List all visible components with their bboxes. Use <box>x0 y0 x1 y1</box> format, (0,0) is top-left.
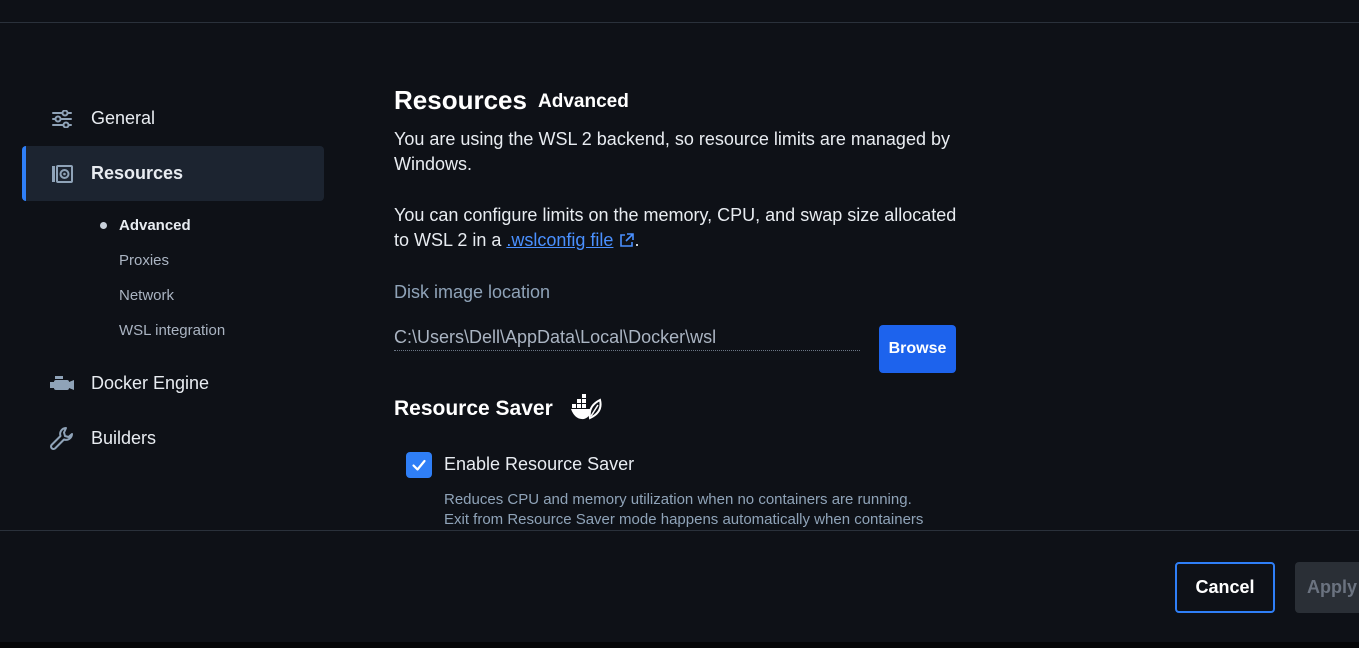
wsl-backend-notice: You are using the WSL 2 backend, so reso… <box>394 129 950 174</box>
enable-resource-saver-label[interactable]: Enable Resource Saver <box>444 454 634 475</box>
external-link-icon[interactable] <box>619 230 635 255</box>
wslconfig-notice-text: You can configure limits on the memory, … <box>394 205 957 250</box>
resources-icon <box>48 160 76 188</box>
subnav-network[interactable]: Network <box>119 287 174 304</box>
active-bullet <box>100 222 107 229</box>
settings-content: Resources Advanced You are using the WSL… <box>394 23 994 530</box>
sliders-icon <box>48 105 76 133</box>
sidebar-item-label: Docker Engine <box>91 373 210 393</box>
sidebar-item-resources[interactable]: Resources <box>22 146 324 201</box>
resource-saver-heading: Resource Saver <box>394 397 553 420</box>
disk-image-path-input[interactable] <box>394 325 860 351</box>
page-subtitle: Advanced <box>538 91 629 112</box>
engine-icon <box>48 370 76 398</box>
apply-button[interactable]: Apply <box>1295 562 1359 613</box>
sidebar-item-label: General <box>91 108 156 128</box>
wrench-icon <box>48 425 76 453</box>
resource-saver-help: Reduces CPU and memory utilization when … <box>444 490 954 530</box>
page-title: Resources <box>394 85 527 115</box>
resource-saver-help-line: Reduces CPU and memory utilization when … <box>444 491 912 508</box>
cancel-button[interactable]: Cancel <box>1175 562 1275 613</box>
wslconfig-notice-suffix: . <box>634 230 640 250</box>
subnav-advanced[interactable]: Advanced <box>119 217 191 234</box>
wslconfig-link[interactable]: .wslconfig file <box>506 230 613 250</box>
browse-button[interactable]: Browse <box>879 325 956 373</box>
bottom-edge <box>0 642 1359 648</box>
disk-image-location-label: Disk image location <box>394 282 551 302</box>
sidebar-item-label: Builders <box>91 428 157 448</box>
top-divider <box>0 0 1359 23</box>
wslconfig-notice: You can configure limits on the memory, … <box>394 203 974 255</box>
footer-bar: Cancel Apply <box>0 530 1359 642</box>
docker-leaf-icon <box>570 394 604 427</box>
sidebar-item-label: Resources <box>91 163 184 183</box>
checkmark-icon <box>412 459 426 471</box>
subnav-proxies[interactable]: Proxies <box>119 252 169 269</box>
settings-sidebar: General Resources Advanced Proxies Netwo… <box>0 23 340 530</box>
enable-resource-saver-checkbox[interactable] <box>406 452 432 478</box>
resource-saver-help-line: Exit from Resource Saver mode happens au… <box>444 511 924 528</box>
sidebar-item-builders[interactable]: Builders <box>22 411 324 466</box>
sidebar-item-general[interactable]: General <box>22 91 324 146</box>
sidebar-item-docker-engine[interactable]: Docker Engine <box>22 356 324 411</box>
subnav-wsl-integration[interactable]: WSL integration <box>119 322 225 339</box>
